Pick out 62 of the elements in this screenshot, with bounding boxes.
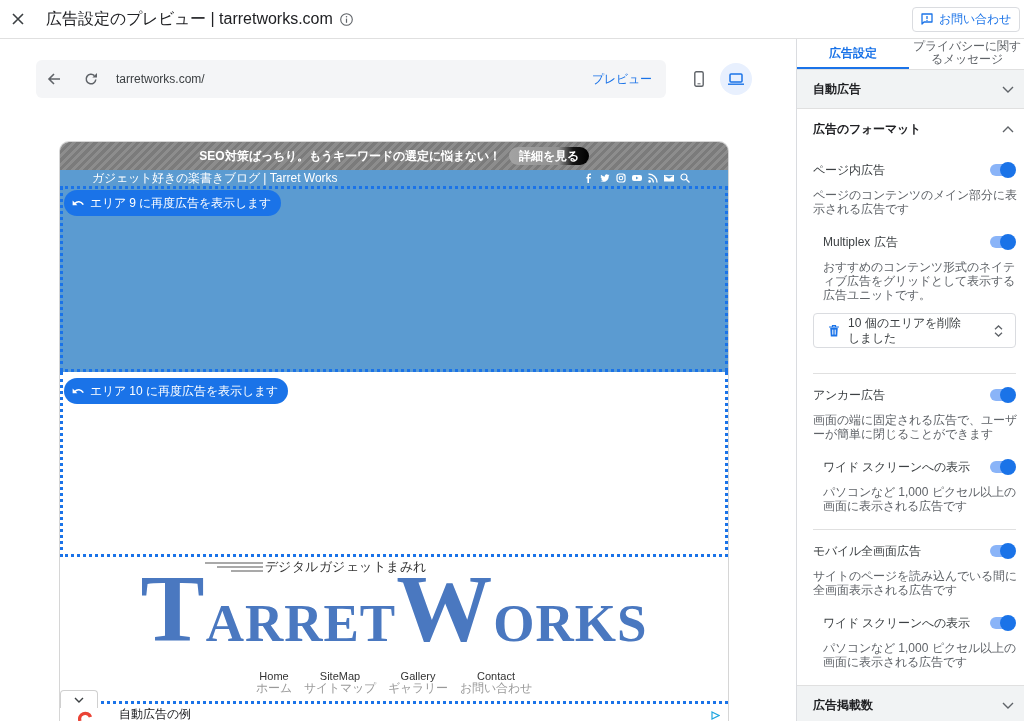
option-description: おすすめのコンテンツ形式のネイティブ広告をグリッドとして表示する広告ユニットです。: [823, 260, 1016, 302]
camera-icon[interactable]: [616, 173, 626, 183]
back-arrow-icon[interactable]: [47, 72, 61, 86]
play-button-icon[interactable]: [632, 173, 642, 183]
option-label: ページ内広告: [813, 161, 885, 179]
option-description: ページのコンテンツのメイン部分に表示される広告です: [813, 188, 1017, 216]
restore-ads-button[interactable]: エリア 9 に再度広告を表示します: [64, 190, 282, 216]
arc-icon: [78, 710, 92, 721]
envelope-icon[interactable]: [664, 173, 674, 183]
trash-icon: [828, 324, 840, 337]
info-icon[interactable]: [339, 12, 353, 26]
url-text: tarretworks.com/: [116, 72, 205, 86]
laptop-icon: [728, 73, 744, 85]
option-description: パソコンなど 1,000 ピクセル以上の画面に表示される広告です: [823, 641, 1017, 669]
nav-link[interactable]: Home ホーム: [256, 670, 292, 695]
toggle-switch[interactable]: [989, 387, 1016, 403]
preview-link[interactable]: プレビュー: [592, 70, 652, 88]
option-description: パソコンなど 1,000 ピクセル以上の画面に表示される広告です: [823, 485, 1017, 513]
toggle-switch[interactable]: [989, 162, 1016, 178]
toggle-switch[interactable]: [989, 615, 1016, 631]
device-button[interactable]: [720, 63, 752, 95]
ad-text: 自動広告の例: [119, 708, 191, 721]
restore-ads-button[interactable]: エリア 10 に再度広告を表示します: [64, 378, 288, 404]
option-description: サイトのページを読み込んでいる間に全画面表示される広告です: [813, 569, 1017, 597]
search-icon[interactable]: [680, 173, 690, 183]
nav-link[interactable]: Gallery ギャラリー: [388, 670, 448, 695]
up-down-chevron-icon: [994, 324, 1003, 337]
bird-icon[interactable]: [600, 173, 610, 183]
close-icon[interactable]: [12, 13, 24, 25]
toggle-switch[interactable]: [989, 543, 1016, 559]
caret-down-icon: [74, 696, 84, 703]
contact-button[interactable]: お問い合わせ: [912, 6, 1020, 32]
option-label: ワイド スクリーンへの表示: [823, 458, 971, 476]
feedback-icon: [921, 13, 933, 25]
page-title: 広告設定のプレビュー | tarretworks.com: [46, 8, 333, 29]
undo-icon: [72, 387, 84, 395]
option-label: ワイド スクリーンへの表示: [823, 614, 971, 632]
banner-text: SEO対策ばっちり。もうキーワードの選定に悩まない！: [199, 147, 501, 165]
feed-icon[interactable]: [648, 173, 658, 183]
nav-link[interactable]: SiteMap サイトマップ: [304, 670, 376, 695]
toggle-switch[interactable]: [989, 234, 1016, 250]
section-header[interactable]: 自動広告: [797, 70, 1024, 109]
option-label: モバイル全画面広告: [813, 542, 921, 560]
chevron-down-icon: [1002, 85, 1014, 93]
undo-icon: [72, 199, 84, 207]
option-description: 画面の端に固定される広告で、ユーザーが簡単に閉じることができます: [813, 413, 1017, 441]
logo-subtitle: デジタルガジェットまみれ: [264, 559, 427, 574]
toggle-switch[interactable]: [989, 459, 1016, 475]
reload-icon[interactable]: [84, 72, 98, 86]
chevron-down-icon: [1002, 701, 1014, 709]
speed-lines-icon: [204, 561, 263, 572]
section-header[interactable]: 広告掲載数: [797, 686, 1024, 721]
removed-areas-select[interactable]: 10 個のエリアを削除しました: [813, 313, 1016, 348]
option-label: Multiplex 広告: [823, 233, 898, 251]
option-label: アンカー広告: [813, 386, 885, 404]
chevron-up-icon: [1002, 125, 1014, 133]
nav-link[interactable]: Contact お問い合わせ: [460, 670, 532, 695]
triangle-icon[interactable]: [711, 711, 720, 720]
phone-icon: [694, 71, 704, 87]
site-tagline: ガジェット好きの楽書きブログ | Tarret Works: [92, 171, 338, 185]
collapse-tab[interactable]: [60, 690, 98, 708]
letter-f-icon[interactable]: [584, 173, 594, 183]
